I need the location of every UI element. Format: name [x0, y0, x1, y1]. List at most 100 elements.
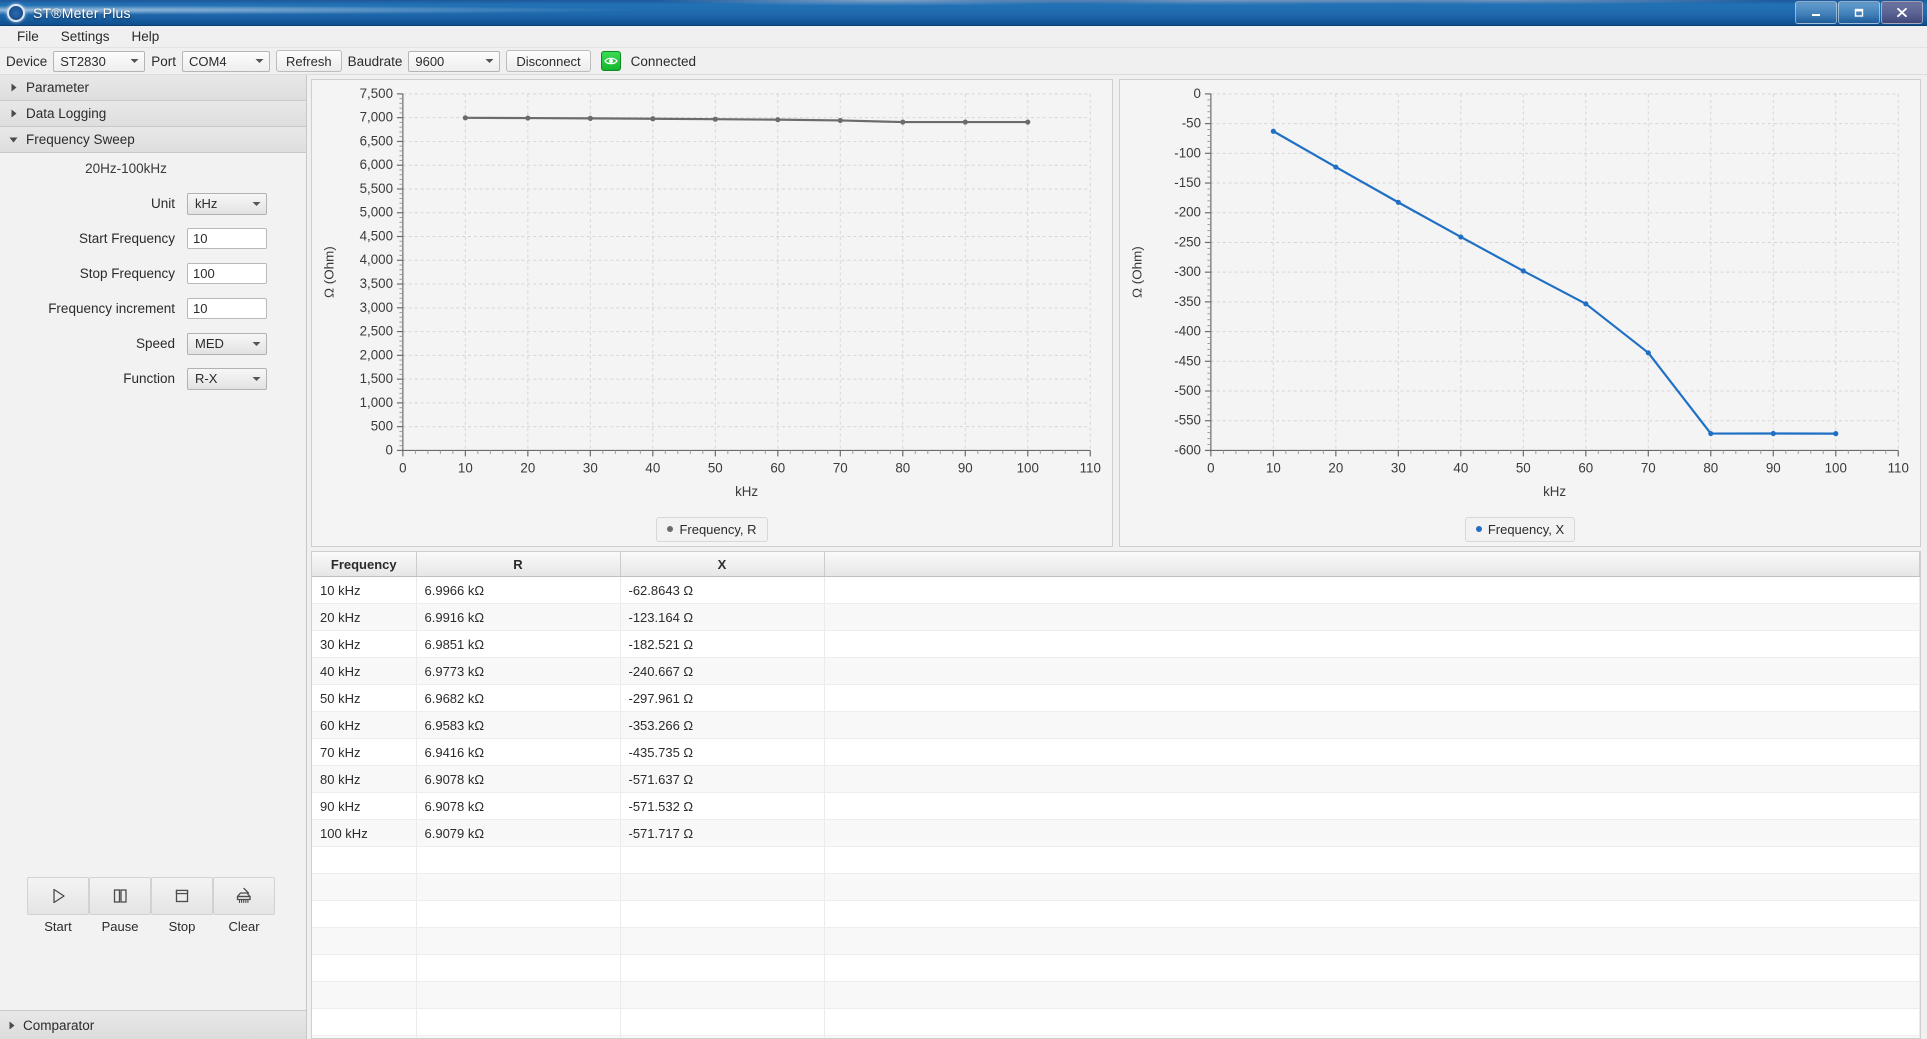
svg-text:30: 30 — [583, 460, 598, 475]
svg-text:5,500: 5,500 — [360, 181, 393, 196]
unit-select[interactable]: kHz — [187, 192, 267, 215]
results-table-container[interactable]: Frequency R X 10 kHz 6.9966 kΩ -62.8643 Ω2… — [311, 551, 1921, 1039]
chevron-down-icon — [251, 58, 267, 64]
svg-text:3,000: 3,000 — [360, 300, 393, 315]
device-select-value: ST2830 — [60, 53, 106, 69]
frequency-increment-input[interactable]: 10 — [187, 298, 267, 319]
svg-text:100: 100 — [1825, 460, 1847, 475]
svg-text:10: 10 — [458, 460, 473, 475]
table-row[interactable]: 70 kHz 6.9416 kΩ -435.735 Ω — [312, 738, 1920, 766]
table-row[interactable]: 30 kHz 6.9851 kΩ -182.521 Ω — [312, 630, 1920, 658]
menu-item-settings[interactable]: Settings — [50, 27, 121, 46]
table-row-empty — [312, 954, 1920, 982]
svg-text:6,000: 6,000 — [360, 157, 393, 172]
device-select[interactable]: ST2830 — [53, 50, 146, 72]
speed-select[interactable]: MED — [187, 332, 267, 355]
table-cell — [824, 576, 1920, 604]
svg-text:40: 40 — [645, 460, 660, 475]
table-row[interactable]: 80 kHz 6.9078 kΩ -571.637 Ω — [312, 765, 1920, 793]
speed-select-value: MED — [195, 336, 224, 351]
legend-item-frequency-r[interactable]: Frequency, R — [656, 516, 768, 542]
svg-text:7,000: 7,000 — [360, 110, 393, 125]
pause-button[interactable]: Pause — [89, 877, 151, 934]
table-cell-empty — [620, 927, 825, 955]
frequency-range-note: 20Hz-100kHz — [85, 161, 167, 176]
column-header-x[interactable]: X — [620, 552, 825, 577]
table-cell: 60 kHz — [312, 711, 417, 739]
stop-button-label: Stop — [168, 919, 196, 934]
table-row[interactable]: 50 kHz 6.9682 kΩ -297.961 Ω — [312, 684, 1920, 712]
table-cell: 6.9078 kΩ — [416, 792, 621, 820]
table-row-empty — [312, 927, 1920, 955]
table-cell: 6.9416 kΩ — [416, 738, 621, 766]
table-cell-empty — [620, 1008, 825, 1036]
start-button[interactable]: Start — [27, 877, 89, 934]
menu-item-help[interactable]: Help — [121, 27, 171, 46]
svg-text:-550: -550 — [1174, 413, 1201, 428]
stop-icon — [151, 877, 213, 915]
table-row[interactable]: 10 kHz 6.9966 kΩ -62.8643 Ω — [312, 576, 1920, 604]
sidebar-section-data-logging[interactable]: Data Logging — [0, 101, 306, 127]
svg-text:0: 0 — [399, 460, 406, 475]
title-bar-gloss — [0, 0, 1927, 25]
table-row[interactable]: 60 kHz 6.9583 kΩ -353.266 Ω — [312, 711, 1920, 739]
sidebar-section-comparator[interactable]: Comparator — [0, 1010, 306, 1039]
table-cell-empty — [312, 900, 417, 928]
y-axis-label: Ω (Ohm) — [1130, 246, 1145, 298]
svg-text:-350: -350 — [1174, 294, 1201, 309]
start-frequency-input[interactable]: 10 — [187, 228, 267, 249]
svg-text:-300: -300 — [1174, 264, 1201, 279]
svg-text:-150: -150 — [1174, 175, 1201, 190]
sidebar-section-frequency-sweep[interactable]: Frequency Sweep — [0, 127, 306, 153]
table-row[interactable]: 20 kHz 6.9916 kΩ -123.164 Ω — [312, 603, 1920, 631]
svg-text:60: 60 — [1578, 460, 1593, 475]
table-cell-empty — [620, 846, 825, 874]
legend-item-frequency-x[interactable]: Frequency, X — [1464, 516, 1576, 542]
table-cell-empty — [416, 846, 621, 874]
svg-text:90: 90 — [958, 460, 973, 475]
disconnect-button[interactable]: Disconnect — [506, 50, 591, 72]
field-speed-row: Speed MED — [0, 326, 306, 361]
baudrate-select[interactable]: 9600 — [408, 50, 501, 72]
column-header-r[interactable]: R — [416, 552, 621, 577]
svg-text:80: 80 — [1703, 460, 1718, 475]
y-axis-label: Ω (Ohm) — [322, 246, 337, 298]
table-cell-empty — [620, 1035, 825, 1038]
svg-text:40: 40 — [1453, 460, 1468, 475]
table-cell: 70 kHz — [312, 738, 417, 766]
charts-row: 0 500 1,000 1,500 2,000 2,500 3,000 3,500 4,000 4… — [307, 75, 1927, 547]
sidebar-section-comparator-label: Comparator — [23, 1017, 95, 1033]
table-row[interactable]: 90 kHz 6.9078 kΩ -571.532 Ω — [312, 792, 1920, 820]
svg-text:2,000: 2,000 — [360, 347, 393, 362]
column-header-frequency[interactable]: Frequency — [312, 552, 417, 577]
x-axis-label: kHz — [735, 484, 758, 499]
clear-button[interactable]: Clear — [213, 877, 275, 934]
column-header-blank[interactable] — [824, 552, 1920, 577]
chevron-down-icon — [248, 376, 264, 382]
minimize-button[interactable] — [1795, 1, 1837, 24]
stop-frequency-input[interactable]: 100 — [187, 263, 267, 284]
chart-reactance-plot: -600 -550 -500 -450 -400 -350 -300 -250 -200 -150… — [1120, 80, 1920, 512]
refresh-button[interactable]: Refresh — [276, 50, 342, 72]
legend-label: Frequency, R — [679, 521, 757, 537]
field-start-frequency-row: Start Frequency 10 — [0, 221, 306, 256]
port-select[interactable]: COM4 — [182, 50, 271, 72]
device-label: Device — [6, 53, 48, 69]
close-button[interactable] — [1881, 1, 1923, 24]
table-cell — [824, 738, 1920, 766]
table-cell: -297.961 Ω — [620, 684, 825, 712]
table-cell-empty — [312, 1035, 417, 1038]
svg-text:100: 100 — [1017, 460, 1039, 475]
table-row[interactable]: 100 kHz 6.9079 kΩ -571.717 Ω — [312, 819, 1920, 847]
stop-button[interactable]: Stop — [151, 877, 213, 934]
play-icon — [27, 877, 89, 915]
svg-text:0: 0 — [1194, 86, 1201, 101]
function-select[interactable]: R-X — [187, 367, 267, 390]
maximize-button[interactable] — [1838, 1, 1880, 24]
sidebar-section-parameter[interactable]: Parameter — [0, 75, 306, 101]
svg-text:7,500: 7,500 — [360, 86, 393, 101]
menu-item-file[interactable]: File — [6, 27, 50, 46]
table-row[interactable]: 40 kHz 6.9773 kΩ -240.667 Ω — [312, 657, 1920, 685]
window-controls — [1794, 0, 1927, 25]
svg-text:10: 10 — [1266, 460, 1281, 475]
